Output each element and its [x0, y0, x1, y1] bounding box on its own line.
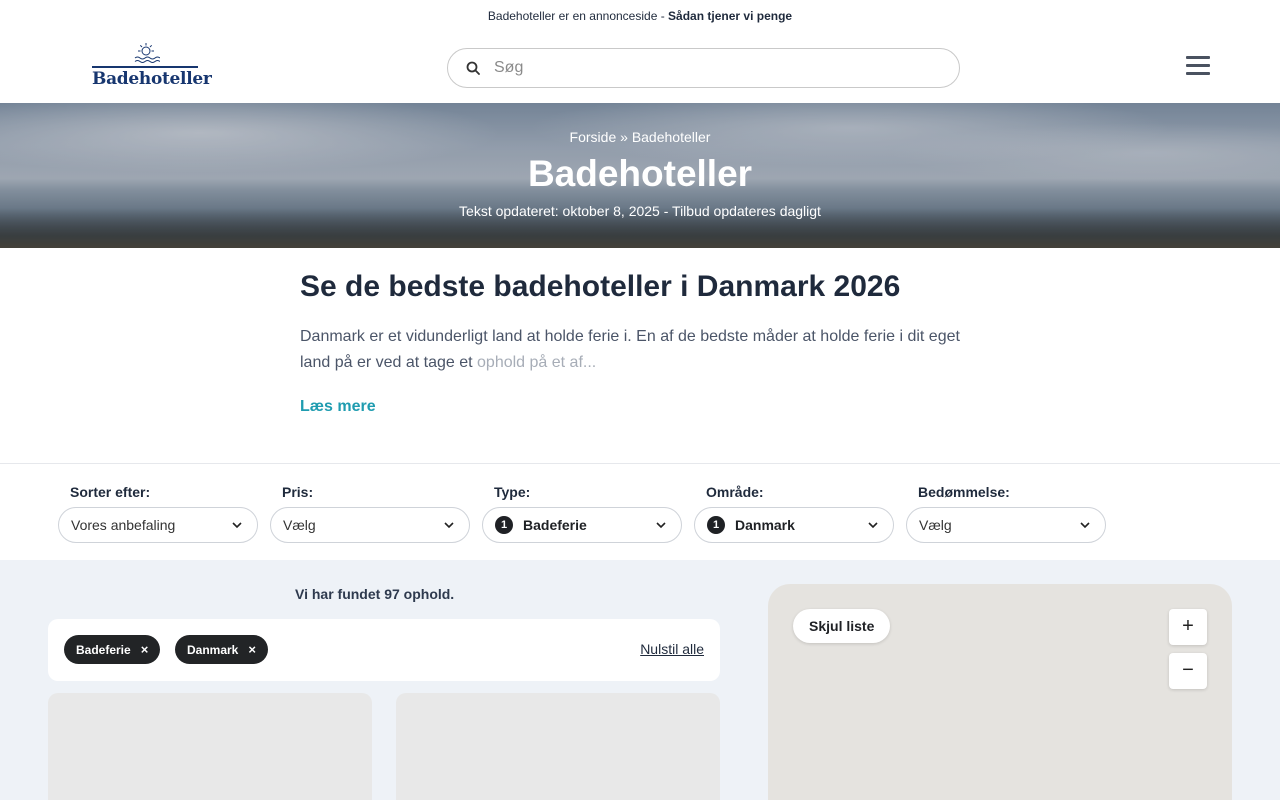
- filter-chip-danmark[interactable]: Danmark ×: [175, 635, 268, 664]
- filter-bar: Sorter efter: Vores anbefaling Pris: Væl…: [0, 463, 1280, 560]
- sort-value: Vores anbefaling: [71, 517, 176, 533]
- filter-chip-badeferie[interactable]: Badeferie ×: [64, 635, 161, 664]
- type-filter: Type: 1 Badeferie: [482, 484, 682, 543]
- chevron-down-icon: [868, 522, 878, 529]
- chevron-down-icon: [1080, 522, 1090, 529]
- breadcrumb-home[interactable]: Forside: [570, 129, 617, 145]
- rating-label: Bedømmelse:: [918, 484, 1010, 500]
- intro-heading: Se de bedste badehoteller i Danmark 2026: [300, 270, 901, 303]
- search-icon: [466, 61, 480, 75]
- map-panel[interactable]: Skjul liste + −: [768, 584, 1232, 800]
- area-count-badge: 1: [707, 516, 725, 534]
- updated-text: Tekst opdateret: oktober 8, 2025 - Tilbu…: [459, 203, 821, 219]
- area-value: Danmark: [735, 517, 795, 533]
- rating-value: Vælg: [919, 517, 952, 533]
- breadcrumb-current[interactable]: Badehoteller: [632, 129, 711, 145]
- read-more-link[interactable]: Læs mere: [300, 398, 376, 416]
- reset-all-link[interactable]: Nulstil alle: [640, 641, 704, 657]
- search-input[interactable]: [494, 59, 914, 77]
- chevron-down-icon: [444, 522, 454, 529]
- hamburger-menu-icon[interactable]: [1186, 56, 1210, 78]
- type-value: Badeferie: [523, 517, 587, 533]
- hide-list-button[interactable]: Skjul liste: [793, 609, 891, 643]
- sort-filter: Sorter efter: Vores anbefaling: [58, 484, 258, 543]
- price-filter: Pris: Vælg: [270, 484, 470, 543]
- search-box[interactable]: [447, 48, 960, 88]
- breadcrumb-separator: »: [620, 129, 628, 145]
- price-label: Pris:: [282, 484, 314, 500]
- type-select[interactable]: 1 Badeferie: [482, 507, 682, 543]
- results-count: Vi har fundet 97 ophold.: [295, 586, 455, 602]
- rating-filter: Bedømmelse: Vælg: [906, 484, 1106, 543]
- area-label: Område:: [706, 484, 764, 500]
- site-header: Badehoteller: [0, 32, 1280, 103]
- chevron-down-icon: [656, 522, 666, 529]
- how-we-earn-money-link[interactable]: Sådan tjener vi penge: [668, 9, 792, 23]
- active-filters: Badeferie × Danmark × Nulstil alle: [48, 619, 720, 681]
- zoom-in-button[interactable]: +: [1169, 609, 1207, 645]
- result-card-placeholder[interactable]: [48, 693, 372, 800]
- close-icon[interactable]: ×: [141, 642, 149, 657]
- logo-text: Badehoteller: [92, 69, 212, 89]
- type-label: Type:: [494, 484, 531, 500]
- sun-waves-icon: [134, 43, 160, 63]
- breadcrumb: Forside » Badehoteller: [0, 129, 1280, 145]
- chip-label: Danmark: [187, 642, 239, 657]
- logo-rule: [92, 66, 198, 68]
- rating-select[interactable]: Vælg: [906, 507, 1106, 543]
- area-filter: Område: 1 Danmark: [694, 484, 894, 543]
- chevron-down-icon: [232, 522, 242, 529]
- announcement-text: Badehoteller er en annonceside -: [487, 9, 665, 23]
- close-icon[interactable]: ×: [248, 642, 256, 657]
- page-title: Badehoteller: [527, 153, 753, 194]
- site-logo[interactable]: Badehoteller: [92, 43, 212, 93]
- sort-select[interactable]: Vores anbefaling: [58, 507, 258, 543]
- intro-section: Se de bedste badehoteller i Danmark 2026…: [300, 270, 990, 416]
- zoom-out-button[interactable]: −: [1169, 653, 1207, 689]
- price-value: Vælg: [283, 517, 316, 533]
- announcement-bar: Badehoteller er en annonceside - Sådan t…: [0, 0, 1280, 32]
- price-select[interactable]: Vælg: [270, 507, 470, 543]
- intro-text: Danmark er et vidunderligt land at holde…: [300, 328, 960, 371]
- result-card-placeholder[interactable]: [396, 693, 720, 800]
- area-select[interactable]: 1 Danmark: [694, 507, 894, 543]
- type-count-badge: 1: [495, 516, 513, 534]
- hero-banner: Forside » Badehoteller Badehoteller Teks…: [0, 103, 1280, 248]
- chip-label: Badeferie: [76, 642, 131, 657]
- sort-label: Sorter efter:: [70, 484, 151, 500]
